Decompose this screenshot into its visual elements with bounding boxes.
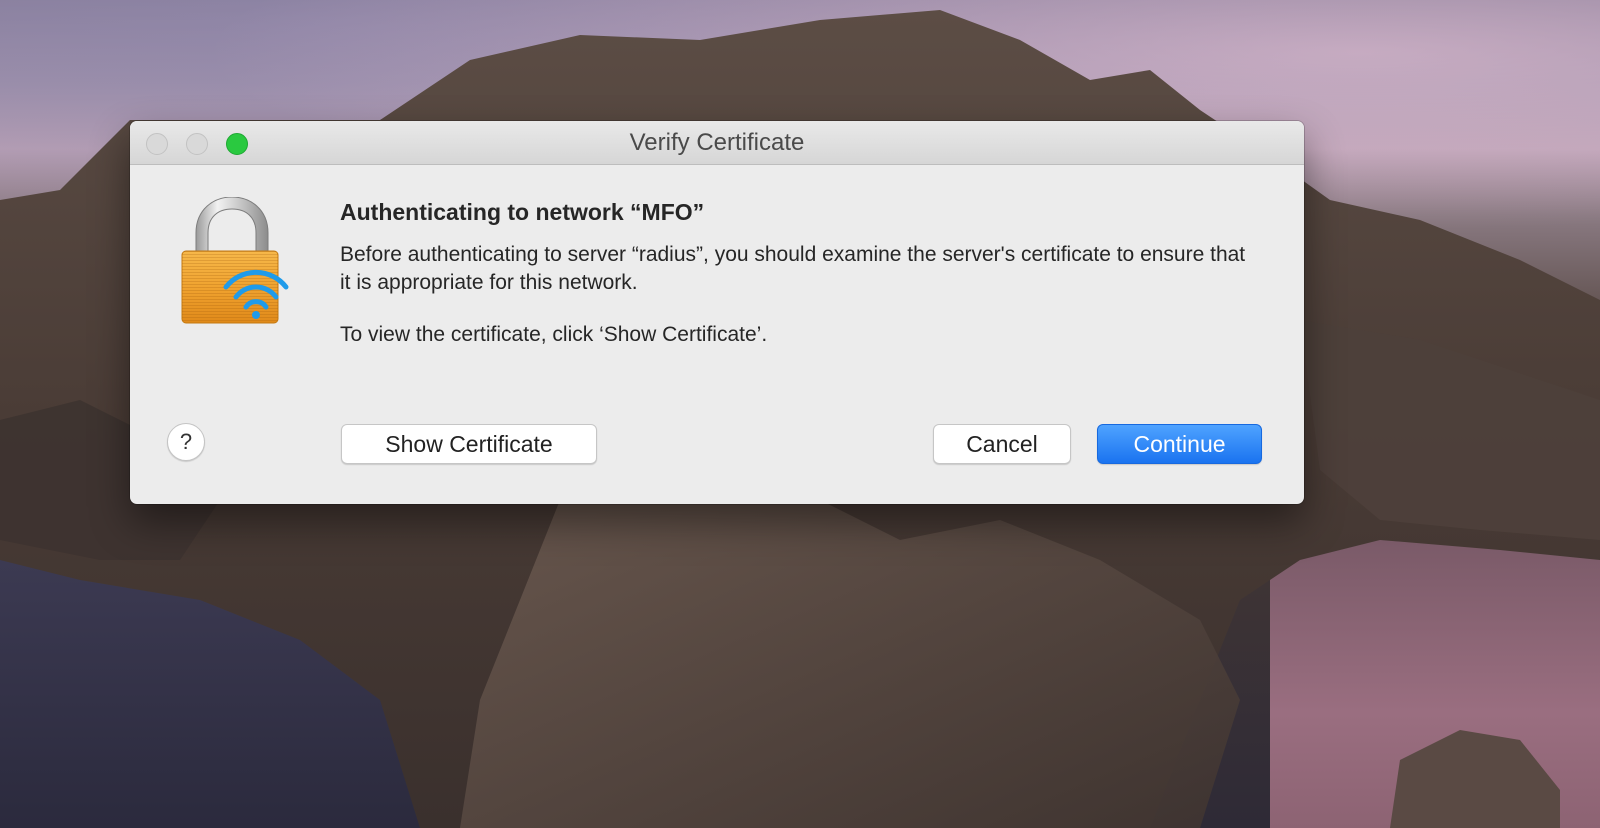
window-title: Verify Certificate [629, 129, 805, 156]
verify-certificate-dialog: Verify Certificate Authenticating to net… [130, 121, 1304, 504]
continue-button[interactable]: Continue [1097, 424, 1262, 464]
lock-wifi-icon [181, 197, 289, 324]
show-certificate-button[interactable]: Show Certificate [341, 424, 597, 464]
desktop-background: Verify Certificate Authenticating to net… [0, 0, 1600, 828]
dialog-heading: Authenticating to network “MFO” [340, 199, 705, 225]
title-bar[interactable]: Verify Certificate [130, 121, 1304, 165]
dialog-description: Before authenticating to server “radius”… [340, 243, 1246, 294]
cancel-button[interactable]: Cancel [933, 424, 1071, 464]
help-button[interactable]: ? [167, 423, 205, 461]
dialog-hint: To view the certificate, click ‘Show Cer… [340, 323, 768, 346]
